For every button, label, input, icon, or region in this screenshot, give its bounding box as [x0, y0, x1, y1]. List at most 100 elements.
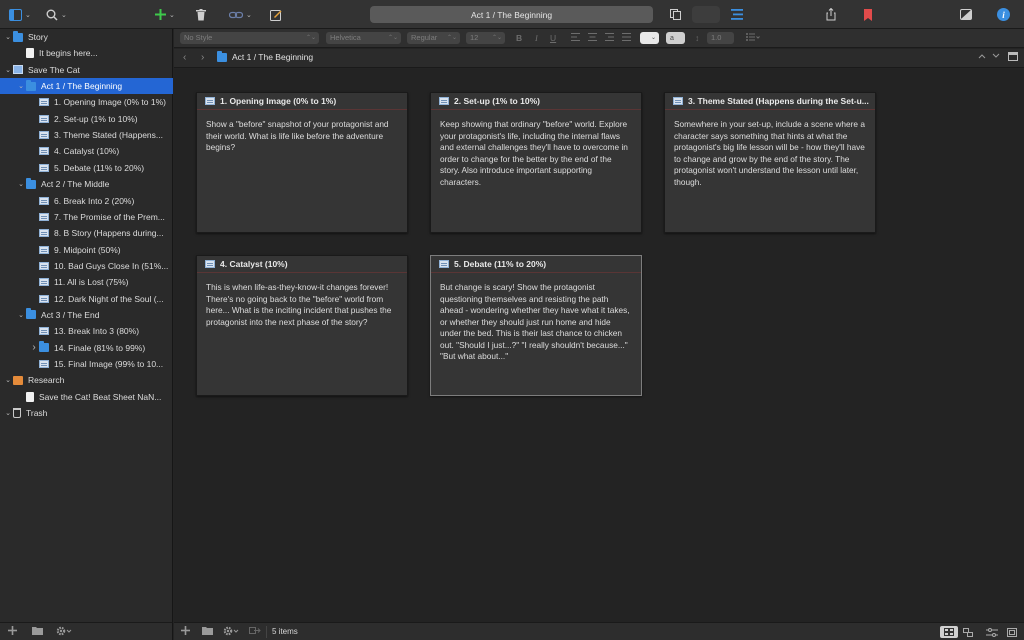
binder-item[interactable]: 11. All is Lost (75%)	[0, 274, 173, 290]
font-select[interactable]: Helvetica ⌃⌄	[326, 32, 401, 44]
card-title[interactable]: 1. Opening Image (0% to 1%)	[197, 93, 407, 110]
binder-item[interactable]: ⌄ Act 2 / The Middle	[0, 176, 173, 192]
index-card[interactable]: 5. Debate (11% to 20%) But change is scar…	[430, 255, 642, 396]
bookmark-button[interactable]	[864, 6, 872, 23]
quick-reference-button[interactable]	[270, 6, 282, 23]
bold-button[interactable]: B	[516, 32, 522, 44]
binder-item[interactable]: 13. Break Into 3 (80%)	[0, 323, 173, 339]
card-synopsis[interactable]: But change is scary! Show the protagonis…	[431, 273, 641, 363]
line-spacing-select[interactable]: 1.0	[707, 32, 734, 44]
chevron-down-icon[interactable]: ⌄	[16, 311, 26, 319]
binder-item[interactable]: › 14. Finale (81% to 99%)	[0, 340, 173, 356]
add-folder-card-button[interactable]	[202, 626, 213, 637]
binder-item[interactable]: 2. Set-up (1% to 10%)	[0, 111, 173, 127]
binder-item-label: Act 2 / The Middle	[41, 179, 110, 190]
corkboard-grid-view-button[interactable]	[940, 626, 958, 638]
binder-toggle-button[interactable]: ⌄	[9, 6, 31, 23]
add-button[interactable]: ⌄	[155, 6, 175, 23]
chevron-down-icon[interactable]: ⌄	[3, 33, 13, 41]
index-card[interactable]: 2. Set-up (1% to 10%) Keep showing that o…	[430, 92, 642, 233]
text-icon	[39, 212, 49, 221]
card-title[interactable]: 3. Theme Stated (Happens during the Set-…	[665, 93, 875, 110]
split-editor-button[interactable]	[1008, 52, 1018, 64]
composition-mode-button[interactable]	[960, 6, 972, 23]
binder-item[interactable]: 1. Opening Image (0% to 1%)	[0, 94, 173, 110]
binder-settings-button[interactable]	[56, 626, 72, 638]
card-title[interactable]: 5. Debate (11% to 20%)	[431, 256, 641, 273]
binder-item[interactable]: ⌄ Act 1 / The Beginning	[0, 78, 173, 95]
index-card[interactable]: 1. Opening Image (0% to 1%) Show a "befor…	[196, 92, 408, 233]
chevron-down-icon[interactable]: ⌄	[3, 409, 13, 417]
highlight-color-picker[interactable]: a	[666, 32, 685, 44]
inspector-button[interactable]: i	[997, 6, 1010, 23]
binder-item[interactable]: ⌄ Trash	[0, 405, 173, 421]
binder-item[interactable]: 12. Dark Night of the Soul (...	[0, 291, 173, 307]
binder-item[interactable]: ⌄ Save The Cat	[0, 62, 173, 78]
add-item-button[interactable]	[8, 626, 17, 637]
binder-item[interactable]: Save the Cat! Beat Sheet NaN...	[0, 389, 173, 405]
binder-item-label: 5. Debate (11% to 20%)	[54, 162, 145, 173]
chevron-down-icon[interactable]: ⌄	[16, 82, 26, 90]
corkboard-settings-button[interactable]	[223, 626, 239, 638]
size-select[interactable]: 12 ⌃⌄	[466, 32, 505, 44]
list-button[interactable]	[746, 32, 760, 44]
align-center-button[interactable]	[588, 32, 597, 44]
chevron-down-icon[interactable]: ⌄	[16, 180, 26, 188]
card-synopsis[interactable]: This is when life-as-they-know-it change…	[197, 273, 407, 328]
add-folder-button[interactable]	[32, 626, 43, 637]
binder-item[interactable]: 6. Break Into 2 (20%)	[0, 193, 173, 209]
binder-item[interactable]: It begins here...	[0, 45, 173, 61]
compile-button[interactable]	[670, 6, 681, 23]
binder-item[interactable]: ⌄ Act 3 / The End	[0, 307, 173, 323]
outline-view-button[interactable]	[731, 6, 743, 23]
back-button[interactable]: ‹	[183, 52, 186, 63]
share-button[interactable]	[826, 6, 836, 23]
align-justify-button[interactable]	[622, 32, 631, 44]
binder-item[interactable]: ⌄ Story	[0, 29, 173, 45]
binder-item[interactable]: 3. Theme Stated (Happens...	[0, 127, 173, 143]
chevron-updown-icon: ⌃⌄	[387, 35, 398, 41]
binder-item[interactable]: 8. B Story (Happens during...	[0, 225, 173, 241]
move-button[interactable]	[249, 626, 261, 637]
binder-item[interactable]: 7. The Promise of the Prem...	[0, 209, 173, 225]
card-synopsis[interactable]: Show a "before" snapshot of your protago…	[197, 110, 407, 154]
align-center-icon	[588, 33, 597, 41]
forward-button[interactable]: ›	[201, 52, 204, 63]
align-left-button[interactable]	[571, 32, 580, 44]
binder-item[interactable]: 9. Midpoint (50%)	[0, 242, 173, 258]
text-color-picker[interactable]: ⌄	[640, 32, 659, 44]
weight-select-value: Regular	[411, 33, 438, 42]
label-view-button[interactable]	[983, 626, 1001, 638]
binder-item[interactable]: ⌄ Research	[0, 372, 173, 388]
freeform-view-button[interactable]	[959, 626, 977, 638]
corkboard: 1. Opening Image (0% to 1%) Show a "befor…	[174, 69, 1024, 622]
binder-item[interactable]: 10. Bad Guys Close In (51%...	[0, 258, 173, 274]
card-title[interactable]: 4. Catalyst (10%)	[197, 256, 407, 273]
weight-select[interactable]: Regular ⌃⌄	[407, 32, 460, 44]
add-card-button[interactable]	[181, 626, 190, 637]
search-button[interactable]: ⌄	[46, 6, 67, 23]
chevron-down-icon[interactable]: ⌄	[3, 376, 13, 384]
previous-document-button[interactable]	[978, 52, 986, 61]
italic-button[interactable]: I	[535, 32, 538, 44]
card-size-button[interactable]	[1003, 626, 1021, 638]
style-select[interactable]: No Style ⌃⌄	[180, 32, 319, 44]
index-card[interactable]: 3. Theme Stated (Happens during the Set-…	[664, 92, 876, 233]
card-title[interactable]: 2. Set-up (1% to 10%)	[431, 93, 641, 110]
plus-icon	[8, 626, 17, 635]
binder-item[interactable]: 15. Final Image (99% to 10...	[0, 356, 173, 372]
link-button[interactable]: ⌄	[229, 6, 252, 23]
binder-item[interactable]: 5. Debate (11% to 20%)	[0, 160, 173, 176]
binder-item-label: 9. Midpoint (50%)	[54, 244, 121, 255]
underline-button[interactable]: U	[550, 32, 556, 44]
card-synopsis[interactable]: Keep showing that ordinary "before" worl…	[431, 110, 641, 188]
chevron-right-icon[interactable]: ›	[29, 342, 39, 353]
index-card[interactable]: 4. Catalyst (10%) This is when life-as-th…	[196, 255, 408, 396]
next-document-button[interactable]	[992, 52, 1000, 61]
view-mode-segment[interactable]	[692, 6, 720, 23]
binder-item[interactable]: 4. Catalyst (10%)	[0, 143, 173, 159]
card-synopsis[interactable]: Somewhere in your set-up, include a scen…	[665, 110, 875, 188]
chevron-down-icon[interactable]: ⌄	[3, 66, 13, 74]
align-right-button[interactable]	[605, 32, 614, 44]
trash-button[interactable]	[196, 6, 206, 23]
